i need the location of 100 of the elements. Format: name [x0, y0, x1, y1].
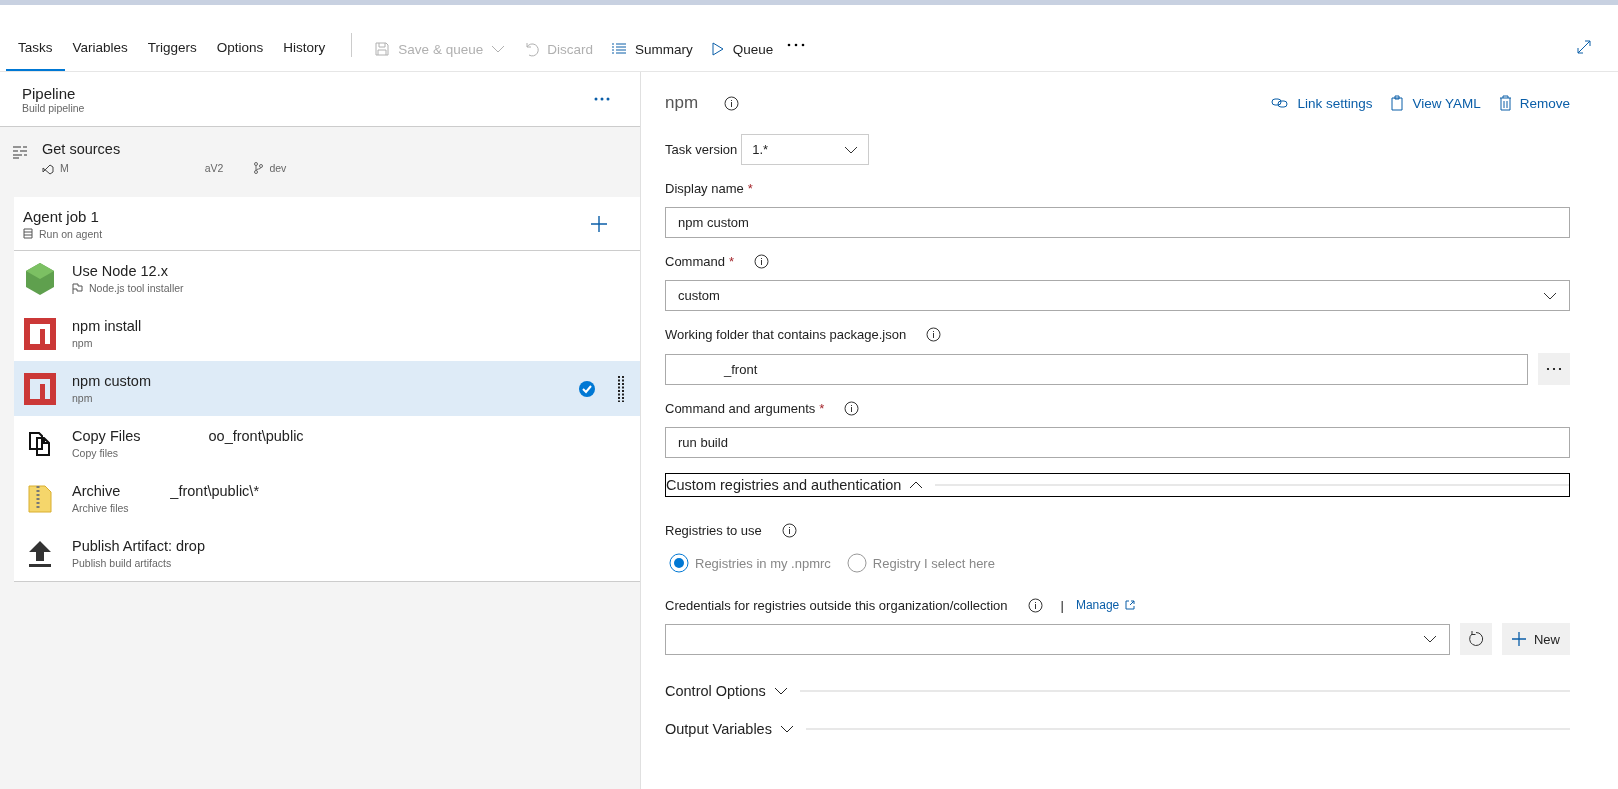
add-icon[interactable]: [590, 214, 608, 233]
task-title-end: _front\public\*: [170, 483, 260, 499]
task-subtitle: npm: [72, 337, 93, 349]
sources-icon: [12, 145, 28, 159]
required-mark: *: [819, 400, 825, 416]
info-icon[interactable]: [1027, 597, 1043, 613]
task-item[interactable]: npm custom npm: [14, 361, 640, 416]
clipboard-icon: [1390, 95, 1405, 111]
agent-job-header[interactable]: Agent job 1 Run on agent: [14, 197, 640, 251]
field-label: Command: [665, 253, 725, 269]
info-icon[interactable]: [754, 253, 770, 269]
section-header[interactable]: Custom registries and authentication: [665, 473, 1570, 497]
action-link[interactable]: Link settings: [1271, 95, 1373, 111]
chevron-up-icon: [909, 481, 924, 489]
zip-folder-icon: [28, 484, 52, 513]
repo-name-end: aV2: [204, 162, 224, 174]
external-link-icon: [1125, 600, 1136, 610]
task-title: npm custom: [72, 373, 151, 389]
add-icon: [1512, 632, 1526, 646]
task-subtitle: Node.js tool installer: [89, 282, 184, 294]
list-icon: [610, 41, 627, 57]
toolbar-button[interactable]: Queue: [702, 41, 784, 71]
task-title: Publish Artifact: drop: [72, 538, 205, 554]
input-field[interactable]: npm custom: [665, 207, 1570, 238]
more-icon: [787, 43, 806, 47]
task-item[interactable]: Archive _front\public\* Archive files: [14, 471, 640, 526]
section-header[interactable]: Control Options: [665, 679, 1570, 703]
pipeline-title: Pipeline: [22, 84, 77, 102]
chevron-down-icon: [1423, 635, 1437, 643]
chevron-down-icon: [779, 725, 794, 733]
expand-icon[interactable]: [1576, 39, 1592, 55]
task-subtitle: Publish build artifacts: [72, 557, 172, 569]
agent-job-subtitle: Run on agent: [39, 227, 103, 240]
more-icon[interactable]: [594, 97, 610, 101]
refresh-button[interactable]: [1460, 623, 1492, 655]
input-field[interactable]: _front: [665, 353, 1528, 385]
info-icon[interactable]: [781, 522, 797, 538]
task-name: npm: [665, 93, 699, 113]
required-mark: *: [747, 180, 753, 196]
task-title: Copy Files: [72, 428, 141, 444]
toolbar-button[interactable]: Summary: [602, 41, 703, 71]
agent-job-title: Agent job 1: [23, 207, 100, 225]
undo-icon: [523, 41, 540, 57]
flag-icon: [72, 282, 83, 294]
repo-name-start: M: [60, 162, 69, 174]
branch-name: dev: [269, 162, 287, 174]
branch-icon: [253, 162, 264, 174]
action-link[interactable]: View YAML: [1390, 95, 1481, 111]
npm-icon: [24, 372, 56, 405]
get-sources-title: Get sources: [42, 141, 122, 157]
task-item[interactable]: Copy Files oo_front\public Copy files: [14, 416, 640, 471]
link-icon: [1271, 97, 1290, 109]
play-icon: [710, 41, 725, 57]
check-icon: [578, 379, 596, 398]
field-label: Working folder that contains package.json: [665, 326, 907, 342]
dropdown-field[interactable]: [665, 623, 1450, 655]
chevron-down-icon: [1543, 291, 1557, 300]
task-item[interactable]: Use Node 12.x Node.js tool installer: [14, 251, 640, 306]
input-field[interactable]: run build: [665, 427, 1570, 458]
field-label: Credentials for registries outside this organization/collection: [665, 597, 1008, 613]
radio-button[interactable]: [669, 553, 689, 573]
separator: |: [1060, 597, 1064, 613]
get-sources-row[interactable]: Get sources M aV2 dev: [0, 127, 640, 197]
copy-icon: [28, 430, 52, 457]
manage-link[interactable]: Manage: [1075, 598, 1120, 612]
radio-label: Registries in my .npmrc: [695, 555, 831, 571]
field-label: Command and arguments: [665, 400, 816, 416]
task-subtitle: npm: [72, 392, 93, 404]
save-icon: [374, 41, 391, 57]
radio-button[interactable]: [846, 553, 867, 573]
task-item[interactable]: Publish Artifact: drop Publish build artifacts: [14, 526, 640, 581]
task-title: Archive: [72, 483, 121, 499]
server-icon: [23, 228, 33, 239]
trash-icon: [1498, 95, 1512, 111]
chevron-down-icon: [844, 145, 859, 154]
more-icon: [1546, 367, 1562, 371]
version-dropdown[interactable]: 1.*: [741, 134, 870, 165]
hexagon-icon: [24, 261, 56, 296]
info-icon[interactable]: [926, 326, 942, 342]
info-icon[interactable]: [844, 400, 860, 416]
repo-icon: [42, 164, 54, 176]
radio-label: Registry I select here: [872, 555, 995, 571]
info-icon[interactable]: [724, 95, 740, 111]
task-subtitle: Copy files: [72, 447, 119, 459]
field-label: Display name: [665, 180, 744, 196]
pipeline-header[interactable]: Pipeline Build pipeline: [0, 72, 640, 127]
pipeline-subtitle: Build pipeline: [22, 101, 85, 114]
field-label: Task version: [665, 142, 738, 157]
upload-icon: [28, 539, 52, 568]
caret-icon: [491, 44, 506, 54]
section-header[interactable]: Output Variables: [665, 717, 1570, 741]
task-item[interactable]: npm install npm: [14, 306, 640, 361]
new-button[interactable]: New: [1502, 623, 1570, 655]
refresh-icon: [1468, 631, 1484, 647]
chevron-down-icon: [773, 687, 788, 695]
task-subtitle: Archive files: [72, 502, 129, 514]
npm-icon: [24, 317, 56, 350]
dropdown-field[interactable]: custom: [665, 280, 1570, 311]
drag-handle-icon[interactable]: [618, 375, 624, 402]
action-link[interactable]: Remove: [1498, 95, 1570, 111]
